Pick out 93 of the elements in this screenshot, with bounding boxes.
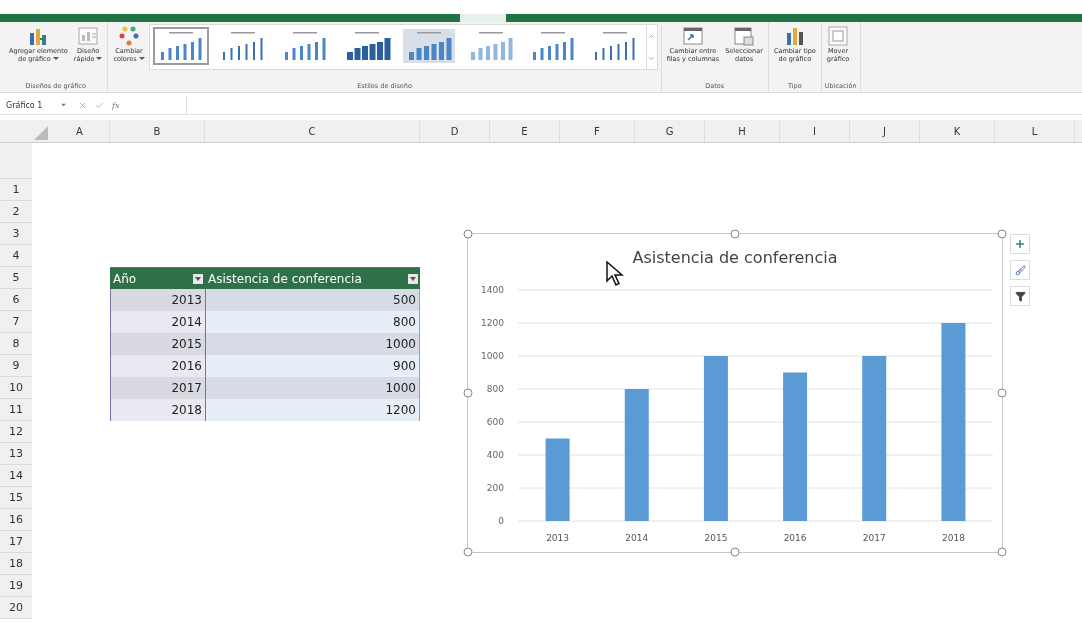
resize-handle[interactable] [463, 229, 473, 239]
layout-icon [77, 25, 100, 47]
axis-label: 2016 [783, 533, 807, 543]
row-header[interactable]: 10 [0, 377, 32, 399]
column-header[interactable]: A [50, 120, 110, 142]
table-cell: 2017 [110, 377, 205, 399]
table-cell: 500 [205, 289, 420, 311]
scroll-down-icon[interactable] [648, 54, 656, 62]
axis-label: 2014 [625, 533, 649, 543]
column-header[interactable]: B [110, 120, 205, 142]
table-cell: 2015 [110, 333, 205, 355]
resize-handle[interactable] [730, 229, 740, 239]
move-chart-icon [827, 25, 850, 47]
axis-label: 0 [498, 516, 504, 526]
table-header: Asistencia de conferencia [205, 267, 420, 289]
chart-style-icon [402, 29, 455, 63]
axis-label: 200 [486, 483, 504, 493]
chart-style[interactable] [400, 27, 457, 65]
row-header[interactable]: 11 [0, 399, 32, 421]
row-header[interactable]: 5 [0, 267, 32, 289]
axis-label: 400 [486, 450, 504, 460]
chart-styles-button[interactable] [1010, 260, 1030, 280]
axis-label: 1000 [481, 351, 504, 361]
table-cell: 1000 [205, 377, 420, 399]
row-header[interactable]: 19 [0, 575, 32, 597]
row-header[interactable]: 14 [0, 465, 32, 487]
name-box[interactable]: Gráfico 1 [0, 97, 70, 113]
table-cell: 1000 [205, 333, 420, 355]
cancel-icon[interactable] [78, 100, 87, 110]
row-header[interactable]: 6 [0, 289, 32, 311]
row-header[interactable]: 3 [0, 223, 32, 245]
column-header[interactable]: D [420, 120, 490, 142]
palette-icon [118, 25, 141, 47]
row-header[interactable]: 15 [0, 487, 32, 509]
scroll-up-icon[interactable] [648, 32, 656, 40]
resize-handle[interactable] [730, 547, 740, 557]
chart-title: Asistencia de conferencia [632, 248, 838, 267]
filter-icon [1014, 290, 1026, 302]
table-cell: 2013 [110, 289, 205, 311]
caret-icon [61, 103, 66, 107]
table-cell: 2014 [110, 311, 205, 333]
table-cell: 800 [205, 311, 420, 333]
column-header[interactable]: J [850, 120, 920, 142]
axis-label: 1400 [481, 285, 504, 295]
column-header[interactable]: F [560, 120, 635, 142]
column-header[interactable]: I [780, 120, 850, 142]
column-header[interactable]: L [995, 120, 1075, 142]
column-header[interactable]: H [705, 120, 780, 142]
row-header[interactable]: 9 [0, 355, 32, 377]
resize-handle[interactable] [997, 388, 1007, 398]
row-header[interactable]: 18 [0, 553, 32, 575]
axis-label: 2013 [546, 533, 570, 543]
chart-elements-button[interactable] [1010, 234, 1030, 254]
brush-icon [1014, 264, 1026, 276]
resize-handle[interactable] [463, 547, 473, 557]
row-header[interactable]: 16 [0, 509, 32, 531]
column-header[interactable]: C [205, 120, 420, 142]
axis-label: 1200 [481, 318, 504, 328]
table-cell: 2018 [110, 399, 205, 421]
resize-handle[interactable] [463, 388, 473, 398]
switch-rows-icon [681, 25, 704, 47]
column-header[interactable]: G [635, 120, 705, 142]
axis-label: 600 [486, 417, 504, 427]
row-header[interactable]: 4 [0, 245, 32, 267]
column-header[interactable]: K [920, 120, 995, 142]
column-header[interactable]: E [490, 120, 560, 142]
chart-filters-button[interactable] [1010, 286, 1030, 306]
row-header[interactable]: 20 [0, 597, 32, 619]
table-cell: 2016 [110, 355, 205, 377]
filter-button[interactable] [408, 273, 418, 284]
table-header: Año [110, 267, 205, 289]
chart-style[interactable] [152, 27, 209, 65]
row-header[interactable]: 17 [0, 531, 32, 553]
axis-label: 2018 [941, 533, 965, 543]
filter-button[interactable] [193, 273, 203, 284]
plus-icon [1014, 238, 1026, 250]
row-header[interactable]: 1 [0, 179, 32, 201]
cursor-icon [606, 261, 624, 287]
function-button[interactable]: fx [112, 100, 120, 110]
resize-handle[interactable] [997, 547, 1007, 557]
axis-label: 800 [486, 384, 504, 394]
table-cell: 1200 [205, 399, 420, 421]
resize-handle[interactable] [997, 229, 1007, 239]
table-cell: 900 [205, 355, 420, 377]
row-header[interactable]: 13 [0, 443, 32, 465]
row-header[interactable]: 8 [0, 333, 32, 355]
check-icon[interactable] [95, 100, 104, 110]
row-header[interactable]: 7 [0, 311, 32, 333]
axis-label: 2017 [862, 533, 886, 543]
select-data-icon [733, 25, 756, 47]
row-header[interactable]: 12 [0, 421, 32, 443]
axis-label: 2015 [704, 533, 728, 543]
row-header[interactable]: 2 [0, 201, 32, 223]
